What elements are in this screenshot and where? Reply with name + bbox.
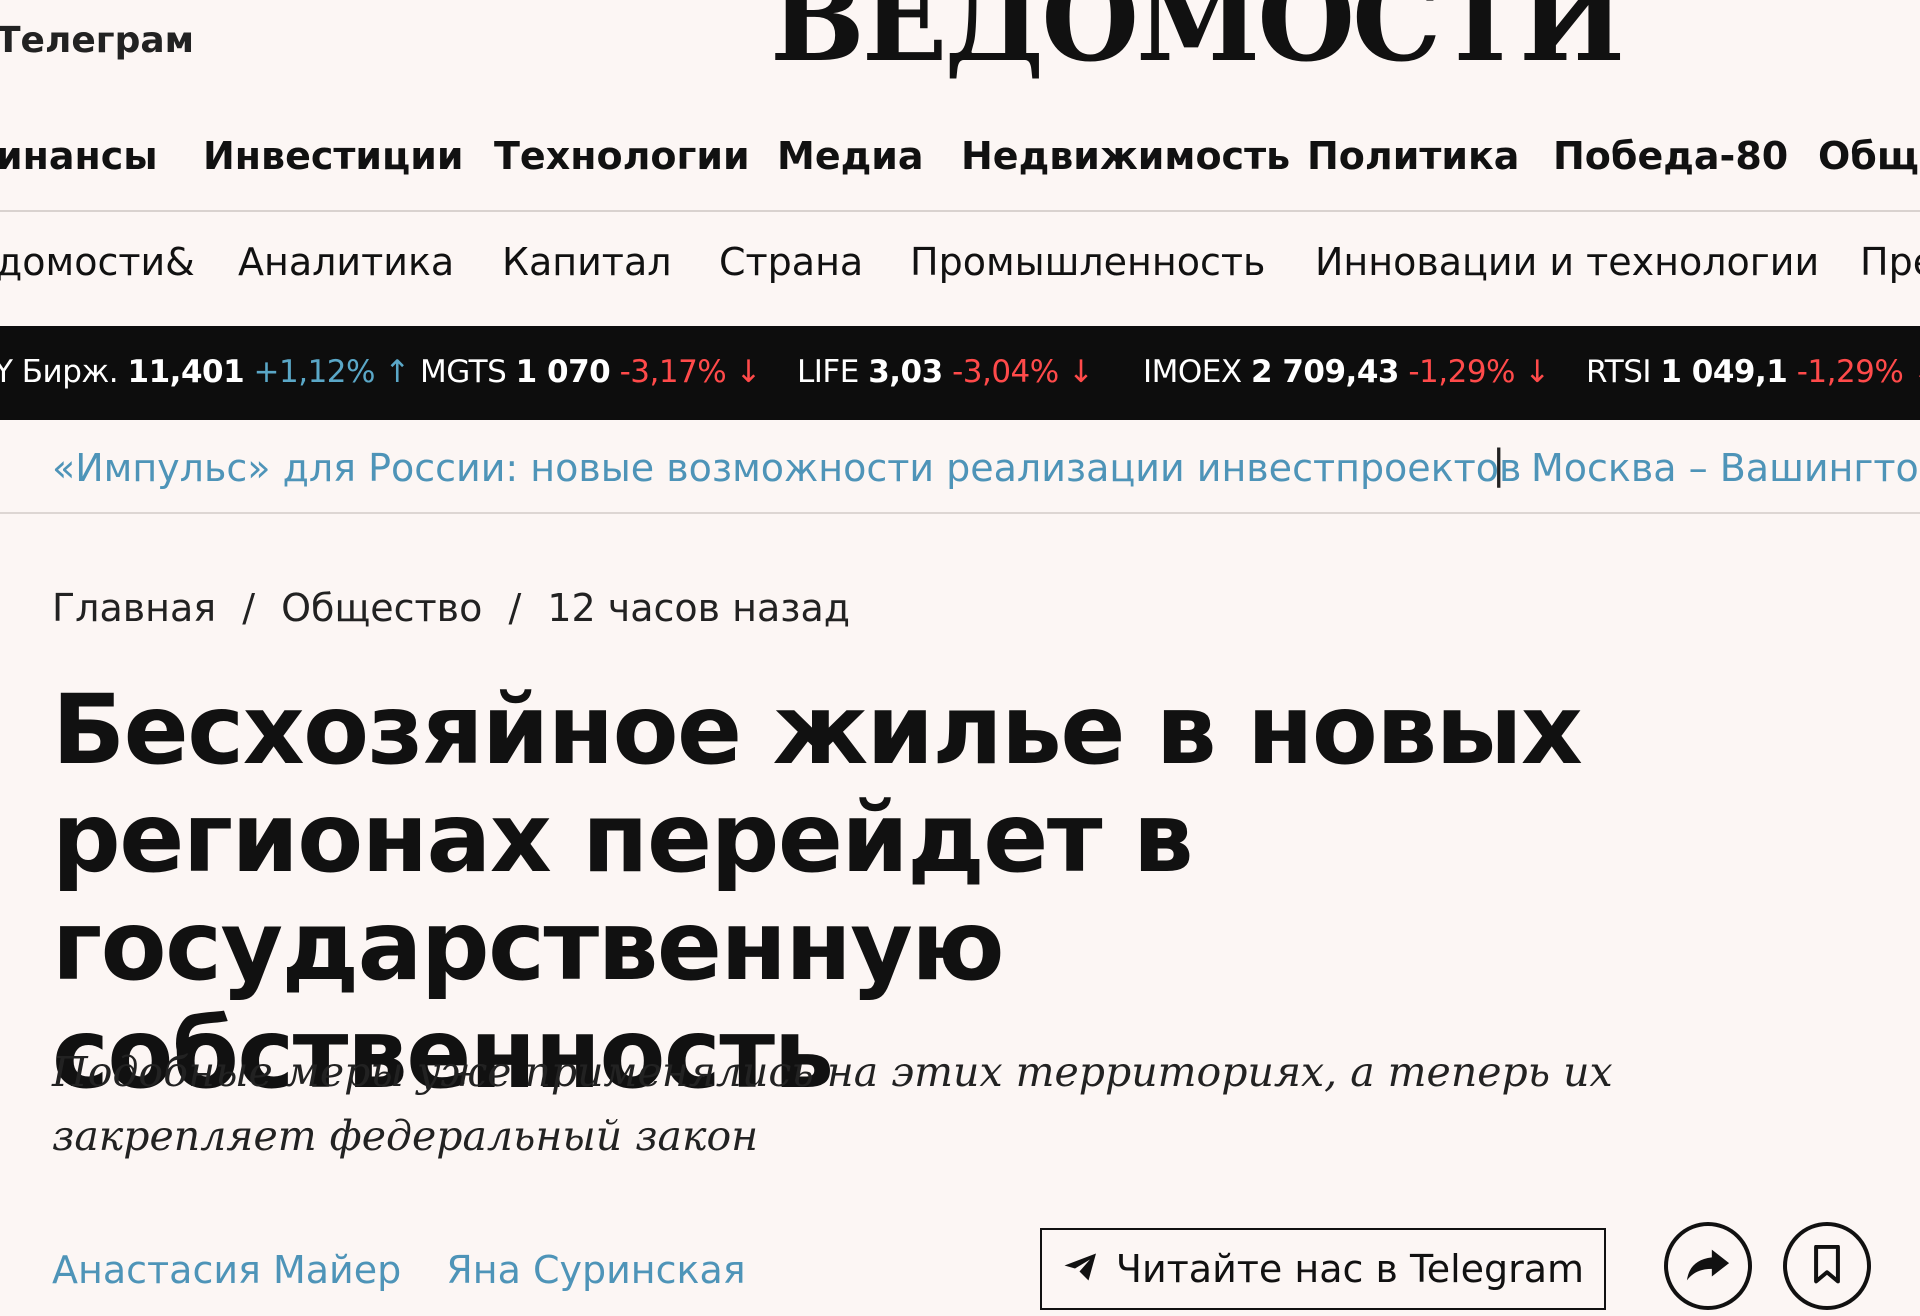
breadcrumb-section[interactable]: Общество — [281, 586, 482, 630]
subnav-item-vedomosti-and[interactable]: домости& — [0, 240, 195, 284]
ticker-item[interactable]: MGTS 1 070 -3,17% ↓ — [420, 354, 762, 390]
main-navigation: инансы Инвестиции Технологии Медиа Недви… — [0, 124, 1920, 212]
article-authors: Анастасия Майер Яна Суринская — [52, 1248, 786, 1292]
ticker-item[interactable]: RTSI 1 049,1 -1,29% ↓ — [1586, 354, 1920, 390]
market-ticker: Y Бирж. 11,401 +1,12% ↑ MGTS 1 070 -3,17… — [0, 326, 1920, 420]
bookmark-button[interactable] — [1783, 1222, 1871, 1310]
breadcrumb-separator: / — [508, 586, 522, 630]
arrow-down-icon: ↓ — [1913, 354, 1920, 390]
nav-item-media[interactable]: Медиа — [777, 134, 924, 178]
breadcrumb: Главная / Общество / 12 часов назад — [52, 586, 850, 630]
ticker-item[interactable]: LIFE 3,03 -3,04% ↓ — [797, 354, 1094, 390]
read-telegram-button[interactable]: Читайте нас в Telegram — [1040, 1228, 1606, 1310]
telegram-plane-icon — [1062, 1247, 1100, 1291]
share-button[interactable] — [1664, 1222, 1752, 1310]
promo-link-moscow-washington[interactable]: Москва – Вашингтон — [1531, 446, 1920, 490]
author-link[interactable]: Анастасия Майер — [52, 1248, 401, 1292]
arrow-down-icon: ↓ — [1068, 354, 1094, 390]
top-header: Телеграм ВЕДОМОСТИ — [0, 0, 1920, 100]
arrow-up-icon: ↑ — [384, 354, 410, 390]
promo-link-impulse[interactable]: «Импульс» для России: новые возможности … — [52, 446, 1521, 490]
promo-bar: «Импульс» для России: новые возможности … — [0, 420, 1920, 514]
ticker-item[interactable]: Y Бирж. 11,401 +1,12% ↑ — [0, 354, 410, 390]
nav-item-society[interactable]: Обще — [1818, 134, 1920, 178]
nav-item-victory80[interactable]: Победа-80 — [1553, 134, 1788, 178]
share-arrow-icon — [1685, 1245, 1731, 1288]
breadcrumb-time: 12 часов назад — [547, 586, 851, 630]
bookmark-icon — [1812, 1244, 1842, 1288]
subnav-item-analytics[interactable]: Аналитика — [238, 240, 454, 284]
subnav-item-capital[interactable]: Капитал — [502, 240, 672, 284]
breadcrumb-separator: / — [242, 586, 256, 630]
promo-separator: | — [1492, 442, 1506, 488]
article-subtitle: Подобные меры уже применялись на этих те… — [52, 1048, 1613, 1160]
nav-item-realestate[interactable]: Недвижимость — [961, 134, 1290, 178]
author-link[interactable]: Яна Суринская — [446, 1248, 745, 1292]
subnav-item-innovation[interactable]: Инновации и технологии — [1315, 240, 1819, 284]
ticker-item[interactable]: IMOEX 2 709,43 -1,29% ↓ — [1143, 354, 1550, 390]
breadcrumb-home[interactable]: Главная — [52, 586, 216, 630]
site-logo[interactable]: ВЕДОМОСТИ — [770, 0, 1625, 78]
sub-navigation: домости& Аналитика Капитал Страна Промыш… — [0, 212, 1920, 324]
nav-item-investments[interactable]: Инвестиции — [203, 134, 463, 178]
arrow-down-icon: ↓ — [735, 354, 762, 390]
telegram-header-link[interactable]: Телеграм — [0, 20, 194, 61]
subnav-item-country[interactable]: Страна — [719, 240, 863, 284]
subnav-item-more[interactable]: Пре — [1860, 240, 1920, 284]
nav-item-finance[interactable]: инансы — [0, 134, 158, 178]
read-telegram-label: Читайте нас в Telegram — [1115, 1247, 1585, 1291]
nav-item-technology[interactable]: Технологии — [494, 134, 750, 178]
nav-item-politics[interactable]: Политика — [1307, 134, 1519, 178]
subnav-item-industry[interactable]: Промышленность — [910, 240, 1265, 284]
arrow-down-icon: ↓ — [1524, 354, 1550, 390]
